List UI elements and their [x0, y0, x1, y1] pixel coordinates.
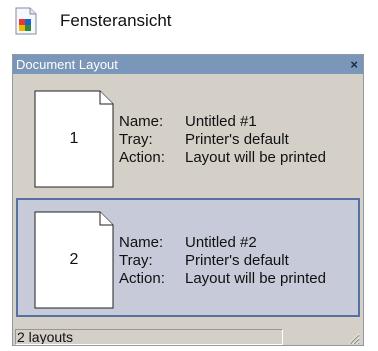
action-value: Layout will be printed: [185, 149, 326, 166]
layout-list[interactable]: 1 Name: Untitled #1 Tray: Printer's defa…: [16, 77, 360, 318]
close-button[interactable]: ×: [350, 58, 358, 71]
action-label: Action:: [119, 149, 165, 166]
status-text: 2 layouts: [15, 329, 283, 345]
tray-value: Printer's default: [185, 252, 289, 269]
name-label: Name:: [119, 113, 164, 130]
page-number: 2: [69, 251, 79, 268]
document-layout-panel: Document Layout × 1 Name: Untitled #1 Tr…: [12, 54, 364, 346]
page-number: 1: [69, 130, 79, 147]
action-label: Action:: [119, 270, 165, 287]
layout-info: Name: Untitled #1 Tray: Printer's defaul…: [119, 113, 326, 166]
name-label: Name:: [119, 234, 164, 251]
name-value: Untitled #2: [185, 234, 257, 251]
action-value: Layout will be printed: [185, 270, 326, 287]
window-caption-text: Fensteransicht: [60, 11, 172, 30]
panel-title: Document Layout: [16, 57, 118, 72]
layout-info: Name: Untitled #2 Tray: Printer's defaul…: [119, 234, 326, 287]
resize-grip-icon[interactable]: [346, 331, 360, 345]
page-thumbnail: 1: [34, 90, 114, 188]
panel-titlebar[interactable]: Document Layout ×: [13, 55, 363, 74]
document-icon: [15, 7, 37, 35]
tray-label: Tray:: [119, 131, 153, 148]
layout-item-2[interactable]: 2 Name: Untitled #2 Tray: Printer's defa…: [16, 198, 360, 317]
page-thumbnail: 2: [34, 211, 114, 309]
window-caption: Fensteransicht: [14, 6, 172, 36]
layout-item-1[interactable]: 1 Name: Untitled #1 Tray: Printer's defa…: [16, 77, 360, 196]
tray-label: Tray:: [119, 252, 153, 269]
name-value: Untitled #1: [185, 113, 257, 130]
tray-value: Printer's default: [185, 131, 289, 148]
status-bar: 2 layouts: [14, 329, 362, 345]
